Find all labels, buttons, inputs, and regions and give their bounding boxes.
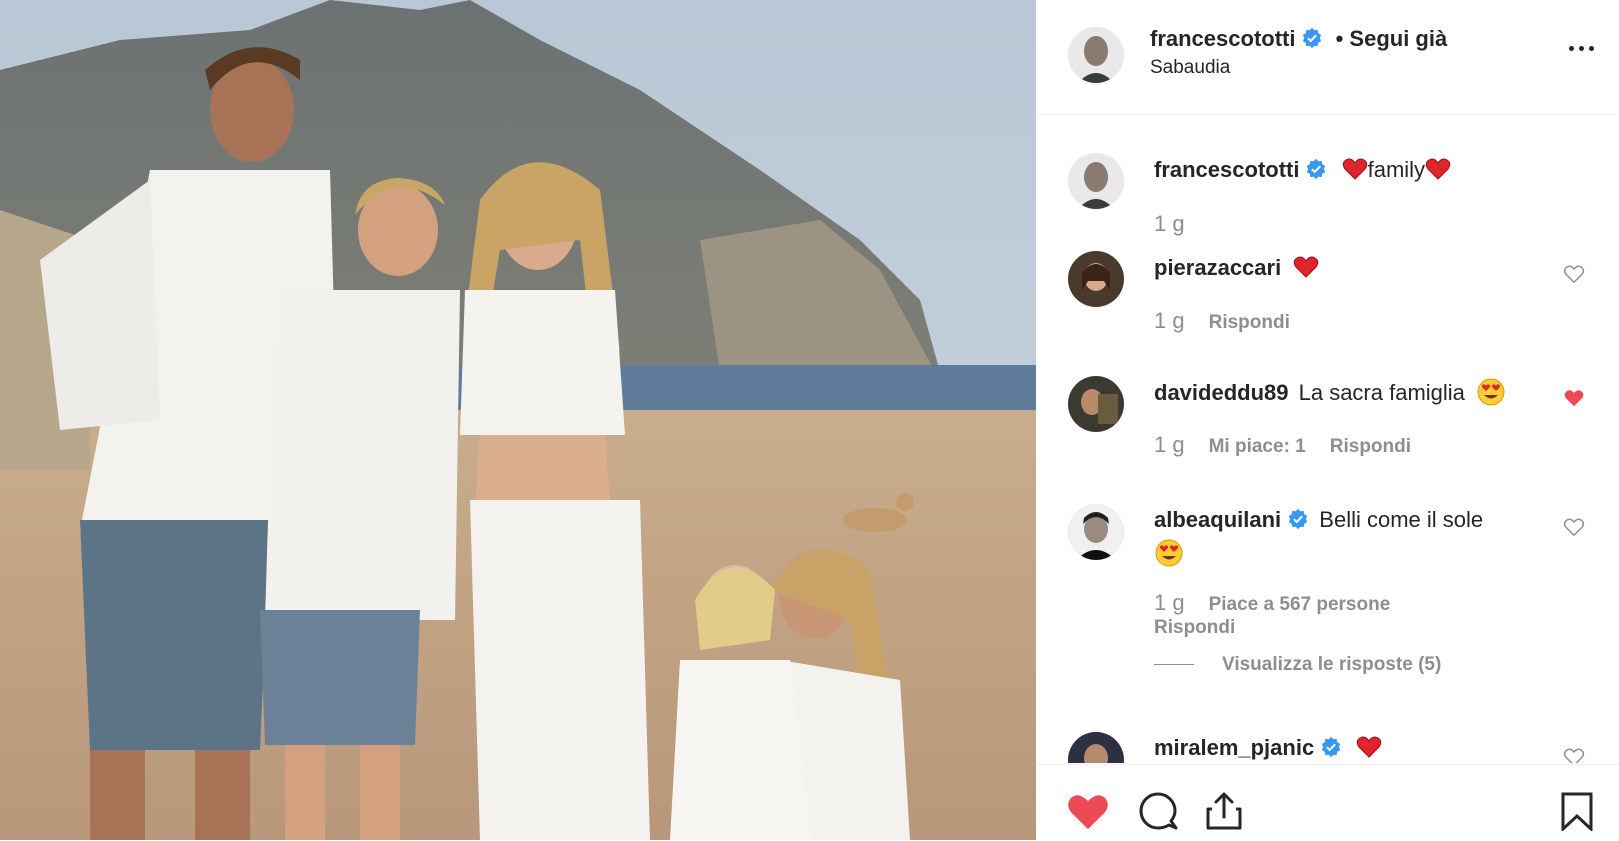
view-replies-button[interactable]: Visualizza le risposte (5)	[1154, 654, 1441, 676]
comment-username[interactable]: davideddu89	[1154, 380, 1288, 405]
reply-button[interactable]: Rispondi	[1209, 312, 1290, 333]
comment-text: francescototti family	[1154, 157, 1451, 183]
like-comment-heart-icon[interactable]	[1563, 516, 1585, 538]
verified-icon	[1288, 508, 1308, 530]
view-replies-label[interactable]: Visualizza le risposte (5)	[1222, 654, 1441, 675]
red-heart-emoji-icon	[1294, 256, 1319, 278]
heart-eyes-emoji-icon	[1477, 378, 1505, 406]
red-heart-emoji-icon	[1357, 736, 1382, 758]
post-sidebar: francescototti • Segui già Sabaudia fran…	[1036, 0, 1619, 840]
comment-username[interactable]: albeaquilani	[1154, 507, 1281, 532]
comment-time[interactable]: 1 g	[1154, 432, 1185, 457]
comment-meta: 1 g Mi piace: 1 Rispondi	[1154, 432, 1435, 458]
comment-text: albeaquilani Belli come il sole	[1154, 507, 1483, 533]
comment-body: La sacra famiglia	[1298, 380, 1465, 405]
dot-icon	[1588, 45, 1594, 51]
like-comment-heart-icon[interactable]	[1563, 746, 1585, 763]
comment-text: davideddu89 La sacra famiglia	[1154, 378, 1505, 406]
comment-meta: Rispondi	[1154, 617, 1259, 639]
bookmark-icon[interactable]	[1559, 791, 1595, 831]
comment-text: miralem_pjanic	[1154, 735, 1382, 761]
avatar[interactable]	[1068, 27, 1124, 83]
heart-eyes-emoji-icon	[1155, 539, 1183, 567]
post-photo[interactable]	[0, 0, 1036, 840]
post-location[interactable]: Sabaudia	[1150, 57, 1230, 79]
comment-likes[interactable]: Piace a 567 persone	[1209, 594, 1391, 615]
comment-body: Belli come il sole	[1319, 507, 1484, 532]
replies-divider	[1154, 664, 1194, 666]
avatar[interactable]	[1068, 732, 1124, 763]
verified-icon	[1303, 27, 1322, 49]
more-options-button[interactable]	[1561, 34, 1601, 62]
avatar[interactable]	[1068, 251, 1124, 307]
comment-meta: 1 g Rispondi	[1154, 308, 1314, 334]
dot-icon	[1578, 45, 1584, 51]
follow-status[interactable]: • Segui già	[1336, 26, 1448, 51]
comment-time[interactable]: 1 g	[1154, 211, 1185, 236]
avatar[interactable]	[1068, 504, 1124, 560]
dot-icon	[1568, 45, 1574, 51]
comment-username[interactable]: pierazaccari	[1154, 255, 1281, 280]
action-bar	[1036, 764, 1619, 841]
like-comment-heart-icon[interactable]	[1563, 263, 1585, 285]
avatar[interactable]	[1068, 153, 1124, 209]
comment-time[interactable]: 1 g	[1154, 308, 1185, 333]
post-header: francescototti • Segui già Sabaudia	[1036, 0, 1619, 115]
comment-meta: 1 g Piace a 567 persone	[1154, 590, 1414, 616]
caption-body: family	[1367, 157, 1426, 182]
red-heart-emoji-icon	[1425, 158, 1451, 180]
comment-username[interactable]: miralem_pjanic	[1154, 735, 1314, 760]
red-heart-emoji-icon	[1342, 158, 1367, 180]
verified-icon	[1322, 736, 1341, 758]
comment-text: pierazaccari	[1154, 255, 1319, 281]
comment-time[interactable]: 1 g	[1154, 590, 1185, 615]
reply-button[interactable]: Rispondi	[1154, 617, 1235, 638]
comment-meta: 1 g	[1154, 211, 1209, 237]
header-username[interactable]: francescototti	[1150, 26, 1295, 51]
liked-comment-heart-icon[interactable]	[1563, 387, 1585, 409]
share-icon[interactable]	[1204, 791, 1244, 831]
comment-username[interactable]: francescototti	[1154, 157, 1299, 182]
reply-button[interactable]: Rispondi	[1330, 436, 1411, 457]
comment-likes[interactable]: Mi piace: 1	[1209, 436, 1306, 457]
avatar[interactable]	[1068, 376, 1124, 432]
comments-list[interactable]: francescototti family 1 g pierazaccari 1…	[1036, 115, 1619, 763]
beach-family-photo	[0, 0, 1036, 840]
heart-icon[interactable]	[1066, 791, 1110, 831]
header-user-line: francescototti • Segui già	[1150, 26, 1447, 52]
comment-icon[interactable]	[1138, 791, 1178, 831]
verified-icon	[1307, 158, 1326, 180]
